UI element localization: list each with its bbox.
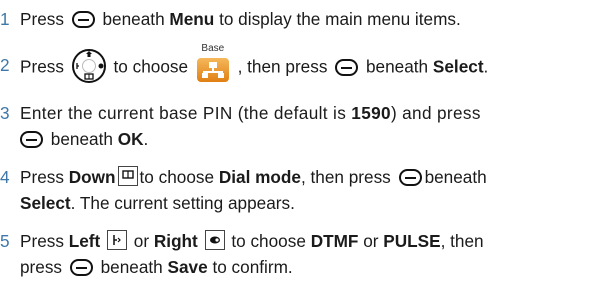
key-label-down: Down <box>68 167 116 187</box>
softkey-icon <box>71 10 95 28</box>
step-text-line-2: beneath OK. <box>20 124 614 154</box>
step-text-segment: Press <box>20 56 64 77</box>
step-text: Press beneath Menu to display the main m… <box>20 4 614 34</box>
softkey-icon <box>335 58 359 76</box>
left-key-icon <box>107 230 128 251</box>
step-text-segment: beneath <box>100 257 163 277</box>
step-text-segment: to choose <box>139 167 215 187</box>
key-label-left: Left <box>68 231 101 251</box>
softkey-icon <box>20 130 43 148</box>
key-label-ok: OK <box>117 129 144 149</box>
key-label-menu: Menu <box>169 9 215 29</box>
step-text-segment: beneath <box>102 9 165 29</box>
base-menu-icon: Base <box>195 43 231 82</box>
step-text-segment: Press <box>20 231 64 251</box>
step-text-segment: to display the main menu items. <box>219 9 461 29</box>
right-key-icon <box>204 230 225 251</box>
step-text-line-2: press beneath Save to confirm. <box>20 252 614 282</box>
step-text-segment: Enter the current base PIN (the default … <box>20 103 347 123</box>
menu-item-dial-mode: Dial mode <box>218 167 301 187</box>
base-icon-label: Base <box>201 43 225 54</box>
step-text-segment: ) and press <box>390 103 481 123</box>
step-number: 3 <box>0 103 10 123</box>
key-label-save: Save <box>167 257 208 277</box>
step-text-segment: beneath <box>424 167 487 187</box>
navigation-key-icon <box>71 48 107 84</box>
default-pin-value: 1590 <box>351 103 391 123</box>
step-text-segment: or <box>363 231 379 251</box>
step-text-segment: Press <box>20 167 64 187</box>
option-dtmf: DTMF <box>310 231 359 251</box>
step-text-segment: . <box>483 56 489 77</box>
step-number: 1 <box>0 9 10 29</box>
key-label-select: Select <box>432 56 484 77</box>
step-text-segment: , then <box>440 231 484 251</box>
step-number: 4 <box>0 167 10 187</box>
step-text-segment: to choose <box>231 231 306 251</box>
step-text-segment: or <box>133 231 150 251</box>
step-text-line-2: Select. The current setting appears. <box>20 188 614 218</box>
key-label-right: Right <box>153 231 198 251</box>
step-text-segment: to choose <box>113 56 189 77</box>
down-key-icon <box>117 166 138 187</box>
base-icon-tile <box>196 58 229 82</box>
step-text-segment: beneath <box>50 129 113 149</box>
step-text-segment: Press <box>20 9 64 29</box>
step-text-segment: , then press <box>300 167 391 187</box>
step-text: Press to choose Base , then press beneat… <box>20 43 614 86</box>
step-text-segment: press <box>20 257 63 277</box>
step-text-segment: beneath <box>365 56 429 77</box>
step-text-segment: to confirm. <box>212 257 293 277</box>
step-number: 2 <box>0 55 10 75</box>
softkey-icon <box>69 258 93 276</box>
step-text-segment: , then press <box>237 56 328 77</box>
option-pulse: PULSE <box>383 231 441 251</box>
key-label-select: Select <box>20 193 71 213</box>
softkey-icon <box>398 168 422 186</box>
step-number: 5 <box>0 231 10 251</box>
step-text-segment: . The current setting appears. <box>70 193 295 213</box>
step-text-segment: . <box>143 129 149 149</box>
